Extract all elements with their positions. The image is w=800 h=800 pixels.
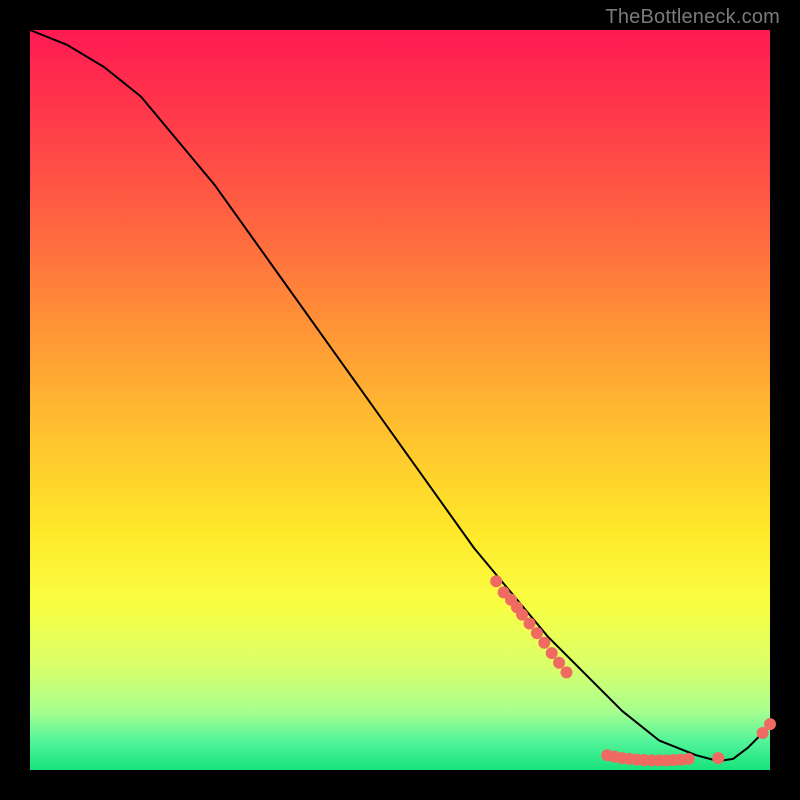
- data-point: [683, 753, 695, 765]
- chart-svg: [30, 30, 770, 770]
- data-point: [712, 752, 724, 764]
- data-point: [538, 637, 550, 649]
- data-point: [553, 657, 565, 669]
- marker-group: [490, 575, 776, 766]
- data-point: [524, 617, 536, 629]
- watermark-text: TheBottleneck.com: [605, 6, 780, 29]
- data-point: [561, 666, 573, 678]
- gradient-plot-area: [30, 30, 770, 770]
- bottleneck-curve: [30, 30, 770, 761]
- data-point: [531, 627, 543, 639]
- data-point: [490, 575, 502, 587]
- data-point: [764, 718, 776, 730]
- data-point: [546, 647, 558, 659]
- chart-stage: TheBottleneck.com: [0, 0, 800, 800]
